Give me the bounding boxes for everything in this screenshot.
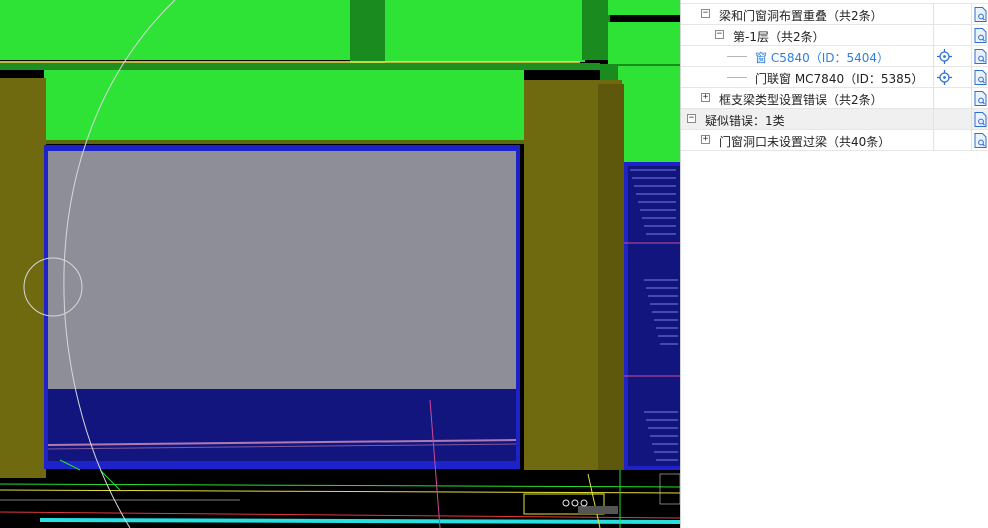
document-icon[interactable] [974,28,987,43]
tree-row-label: 窗 C5840（ID：5404） [755,51,890,65]
tree-connector-line [727,77,747,78]
column-separator [971,130,972,151]
column-separator [971,88,972,109]
document-icon[interactable] [974,133,987,148]
column-separator [971,46,972,67]
model-scene [0,0,680,528]
beam-top-left [0,0,355,60]
beam-top-right [608,0,680,15]
tree-row-item[interactable]: 门联窗 MC7840（ID：5385） [681,67,988,88]
tree-row-label: 第-1层（共2条） [733,30,825,44]
tree-row-label: 疑似错误：1类 [705,114,785,128]
tree-row-label: 框支梁类型设置错误（共2条） [719,93,883,107]
column-left [0,78,46,478]
tree-row-label: 梁和门窗洞布置重叠（共2条） [719,9,883,23]
document-icon[interactable] [974,7,987,22]
tree-row-group[interactable]: + 框支梁类型设置错误（共2条） [681,88,988,109]
beam-top-right-side [582,0,610,60]
document-icon[interactable] [974,70,987,85]
window-glass [48,151,516,389]
column-separator [971,4,972,25]
collapse-toggle-icon[interactable]: − [715,30,724,39]
expand-toggle-icon[interactable]: + [701,93,710,102]
tree-row-label: 门联窗 MC7840（ID：5385） [755,72,924,86]
column-separator [971,25,972,46]
collapse-toggle-icon[interactable]: − [701,9,710,18]
collapse-toggle-icon[interactable]: − [687,114,696,123]
tree-row-group[interactable]: − 梁和门窗洞布置重叠（共2条） [681,4,988,25]
column-separator [933,46,934,67]
beam-top-mid-side [350,0,385,68]
beam-main [44,70,524,142]
beam-top-mid [385,0,585,62]
document-icon[interactable] [974,49,987,64]
column-separator [933,4,934,25]
column-separator [933,25,934,46]
check-result-tree-panel: − 梁和门窗洞布置重叠（共2条） − 第-1层（共2条）窗 C5840（ID：5404… [680,0,988,528]
tree-connector-line [727,56,747,57]
tree-row-group[interactable]: + 门窗洞口未设置过梁（共40条） [681,130,988,151]
document-icon[interactable] [974,112,987,127]
column-separator [933,130,934,151]
column-separator [971,67,972,88]
window-lower-panel [48,389,516,461]
tree-row-label: 门窗洞口未设置过梁（共40条） [719,135,891,149]
tree-row-item[interactable]: 窗 C5840（ID：5404） [681,46,988,67]
expand-toggle-icon[interactable]: + [701,135,710,144]
column-separator [933,109,934,130]
locate-icon[interactable] [937,70,952,85]
document-icon[interactable] [974,91,987,106]
column-separator [933,88,934,109]
column-separator [971,109,972,130]
model-3d-viewport[interactable] [0,0,680,528]
tree-row-floor[interactable]: − 第-1层（共2条） [681,25,988,46]
column-separator [933,67,934,88]
tree-row-category[interactable]: − 疑似错误：1类 [681,109,988,130]
locate-icon[interactable] [937,49,952,64]
